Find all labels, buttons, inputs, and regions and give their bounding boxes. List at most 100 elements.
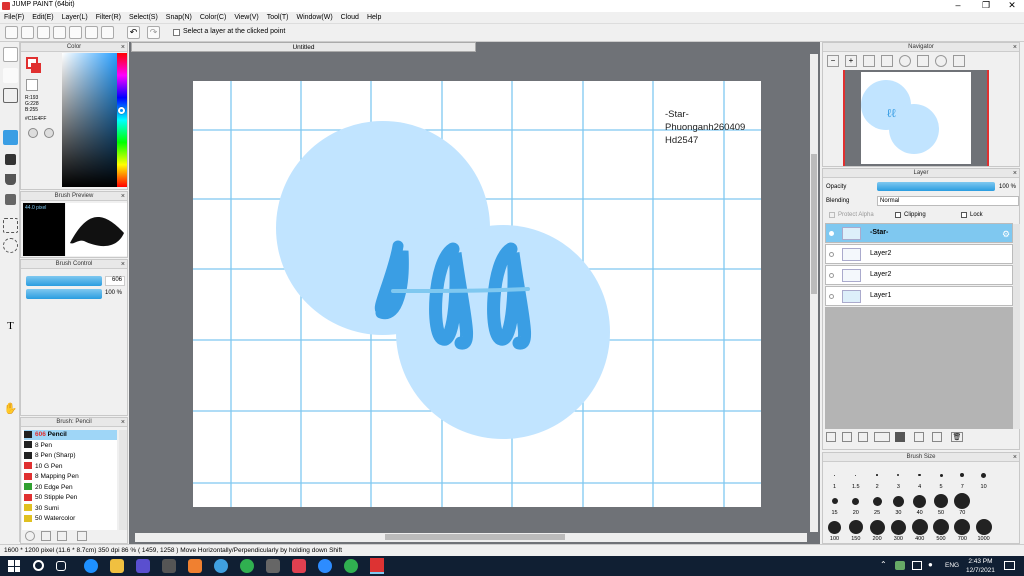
layer-opacity-slider[interactable] <box>877 182 995 191</box>
eraser-tool-icon[interactable] <box>3 68 18 83</box>
select-rect-tool-icon[interactable] <box>3 218 18 233</box>
minimize-icon[interactable]: – <box>944 0 972 10</box>
brush-size-option[interactable]: 200 <box>867 518 888 543</box>
copy-brush-icon[interactable] <box>57 531 67 541</box>
brush-item[interactable]: 50 Watercolor <box>24 514 75 524</box>
brush-size-option[interactable]: 1000 <box>973 518 994 543</box>
brush-size-option[interactable]: 50 <box>931 492 952 517</box>
grid-button[interactable] <box>101 26 114 39</box>
store-icon[interactable] <box>162 559 176 573</box>
undo-icon[interactable]: ↶ <box>127 26 140 39</box>
horizontal-scrollbar[interactable] <box>135 533 807 542</box>
hand-tool-icon[interactable]: ✋ <box>3 402 18 417</box>
visibility-icon[interactable] <box>829 273 834 278</box>
select-pen-tool-icon[interactable] <box>3 278 18 293</box>
hue-slider[interactable] <box>117 53 127 187</box>
brush-item[interactable]: 8 Pen (Sharp) <box>24 451 75 461</box>
brush-size-option[interactable]: 1 <box>824 466 845 491</box>
brush-size-slider[interactable] <box>26 276 102 286</box>
brush-size-option[interactable]: 25 <box>867 492 888 517</box>
menu-select[interactable]: Select(S) <box>125 12 162 23</box>
merge-layer-icon[interactable] <box>914 432 924 442</box>
document-canvas[interactable]: -Star- Phuonganh260409 Hd2547 <box>193 81 761 507</box>
close-icon[interactable]: × <box>121 192 125 201</box>
brush-item[interactable]: 606 Pencil <box>24 430 117 440</box>
brush-size-option[interactable]: 2 <box>867 466 888 491</box>
brush-size-option[interactable]: 7 <box>952 466 973 491</box>
language-indicator[interactable]: ENG <box>945 562 959 569</box>
close-icon[interactable]: ✕ <box>998 0 1024 11</box>
close-icon[interactable]: × <box>121 418 125 427</box>
layer-row[interactable]: Layer2 <box>825 244 1013 264</box>
brush-size-option[interactable]: 15 <box>824 492 845 517</box>
brush-size-option[interactable]: 40 <box>909 492 930 517</box>
menu-file[interactable]: File(F) <box>0 12 28 23</box>
brush-size-option[interactable]: 30 <box>888 492 909 517</box>
windows-start-icon[interactable] <box>8 560 20 572</box>
brush-size-option[interactable]: 1.5 <box>845 466 866 491</box>
chevron-up-icon[interactable]: ⌃ <box>880 560 887 569</box>
close-icon[interactable]: × <box>1013 453 1017 462</box>
battery-icon[interactable] <box>912 561 922 570</box>
text-tool-icon[interactable]: T <box>3 320 18 335</box>
navigator-thumbnail[interactable]: ℓℓ <box>843 70 989 166</box>
brush-size-option[interactable]: 150 <box>845 518 866 543</box>
saturation-value-picker[interactable] <box>62 53 117 187</box>
menu-cloud[interactable]: Cloud <box>337 12 363 23</box>
visibility-icon[interactable] <box>829 252 834 257</box>
open-file-button[interactable] <box>21 26 34 39</box>
clock[interactable]: 2:43 PM 12/7/2021 <box>966 557 995 575</box>
transparent-color-swatch[interactable] <box>26 79 38 91</box>
zoom-in-icon[interactable]: + <box>845 55 857 67</box>
new-file-button[interactable] <box>5 26 18 39</box>
copy-layer-icon[interactable] <box>858 432 868 442</box>
close-icon[interactable]: × <box>121 260 125 269</box>
lock-checkbox[interactable] <box>961 212 967 218</box>
teams-icon[interactable] <box>136 559 150 573</box>
zoom-out-icon[interactable]: − <box>827 55 839 67</box>
print-button[interactable] <box>85 26 98 39</box>
new-layer-alt-icon[interactable] <box>842 432 852 442</box>
magic-wand-tool-icon[interactable] <box>3 258 18 273</box>
jump-paint-taskbar-icon[interactable] <box>370 558 384 574</box>
select-layer-checkbox[interactable] <box>173 29 180 36</box>
line-tool-icon[interactable] <box>3 108 18 123</box>
brush-settings-icon[interactable] <box>25 531 35 541</box>
color-mode-icon[interactable] <box>28 128 38 138</box>
new-layer-icon[interactable] <box>826 432 836 442</box>
brush-size-option[interactable]: 20 <box>845 492 866 517</box>
operation-tool-icon[interactable] <box>3 340 18 355</box>
menu-tool[interactable]: Tool(T) <box>263 12 293 23</box>
app-green-icon[interactable] <box>344 559 358 573</box>
edge-browser-icon[interactable] <box>84 559 98 573</box>
fit-view-icon[interactable] <box>863 55 875 67</box>
brush-size-option[interactable]: 500 <box>931 518 952 543</box>
brush-size-option[interactable]: 700 <box>952 518 973 543</box>
brush-size-option[interactable]: 70 <box>952 492 973 517</box>
rotate-left-icon[interactable] <box>899 55 911 67</box>
wifi-icon[interactable]: ● <box>928 560 933 569</box>
visibility-icon[interactable] <box>829 231 834 236</box>
app-blue-icon[interactable] <box>214 559 228 573</box>
redo-icon[interactable]: ↷ <box>147 26 160 39</box>
lasso-tool-icon[interactable] <box>3 238 18 253</box>
document-tab[interactable]: Untitled <box>131 42 476 52</box>
reset-view-icon[interactable] <box>953 55 965 67</box>
layer-list-scrollbar[interactable] <box>1013 224 1020 429</box>
layer-settings-icon[interactable]: ⚙ <box>1002 229 1010 240</box>
background-color-swatch[interactable] <box>31 63 41 73</box>
brush-size-option[interactable]: 100 <box>824 518 845 543</box>
file-explorer-icon[interactable] <box>110 559 124 573</box>
rotate-right-icon[interactable] <box>935 55 947 67</box>
export-button[interactable] <box>69 26 82 39</box>
camera-icon[interactable] <box>266 559 280 573</box>
brush-size-option[interactable]: 300 <box>888 518 909 543</box>
close-icon[interactable]: × <box>1013 43 1017 52</box>
brush-size-option[interactable]: 10 <box>973 466 994 491</box>
zoom-icon[interactable] <box>318 559 332 573</box>
brush-list-scrollbar[interactable] <box>119 430 127 530</box>
fill-rect-tool-icon[interactable] <box>5 154 16 165</box>
blending-select[interactable]: Normal <box>877 196 1019 206</box>
brush-item[interactable]: 20 Edge Pen <box>24 483 73 493</box>
save-button[interactable] <box>37 26 50 39</box>
